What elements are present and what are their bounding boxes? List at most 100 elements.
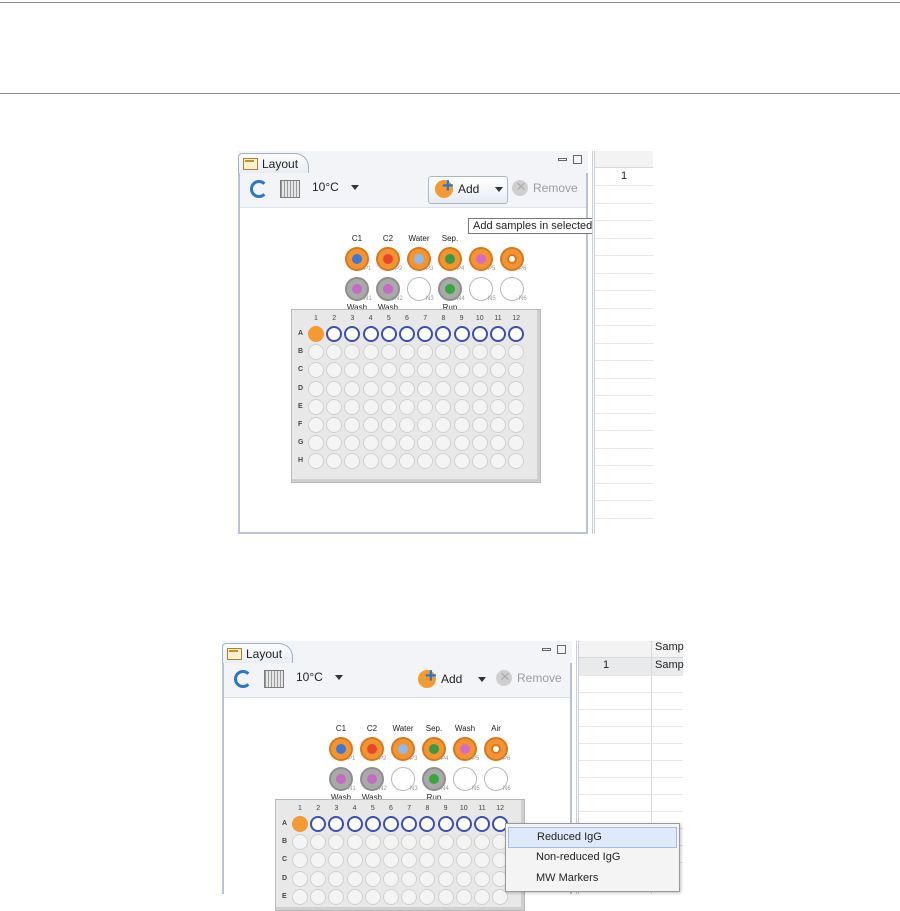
table-row[interactable] [595,430,653,431]
maximize-icon[interactable] [557,645,566,654]
well-c4[interactable] [362,362,379,379]
well-c9[interactable] [437,852,454,869]
well-b10[interactable] [471,344,488,361]
table-row[interactable] [579,675,683,676]
well-g11[interactable] [490,435,506,452]
well-d6[interactable] [399,380,415,397]
well-e8[interactable] [419,888,436,905]
table-row[interactable] [595,220,653,221]
well-f8[interactable] [435,417,452,433]
well-g9[interactable] [453,435,470,452]
well-g1[interactable] [308,435,324,452]
well-e3[interactable] [344,398,361,415]
well-c6[interactable] [399,362,415,379]
well-e12[interactable] [508,398,525,415]
menu-item-mw-markers[interactable]: MW Markers [508,869,677,888]
well-b9[interactable] [453,344,470,361]
well-c9[interactable] [453,362,470,379]
well-f7[interactable] [417,417,434,433]
table-row[interactable] [595,202,653,204]
add-dropdown-arrow[interactable] [478,677,486,682]
well-d5[interactable] [380,380,397,397]
well-h11[interactable] [490,453,506,470]
table-row[interactable] [595,185,653,186]
well-g7[interactable] [417,435,434,452]
well-b5[interactable] [364,834,381,851]
well-e6[interactable] [383,888,399,905]
well-e4[interactable] [362,398,379,415]
well-d6[interactable] [383,870,399,887]
well-a3[interactable] [344,326,361,342]
well-g10[interactable] [471,435,488,452]
well-d4[interactable] [362,380,379,397]
well-f5[interactable] [380,417,397,433]
tab-layout[interactable]: Layout [222,643,294,664]
well-e2[interactable] [310,888,327,905]
well-g5[interactable] [380,435,397,452]
well-e10[interactable] [455,888,472,905]
well-a8[interactable] [419,816,436,832]
well-d10[interactable] [471,380,488,397]
well-a4[interactable] [346,816,363,832]
well-a2[interactable] [310,816,327,832]
well-b4[interactable] [362,344,379,361]
well-c10[interactable] [471,362,488,379]
well-c7[interactable] [417,362,434,379]
well-d2[interactable] [310,870,327,887]
well-b4[interactable] [346,834,363,851]
table-row[interactable] [579,726,683,727]
well-h10[interactable] [471,453,488,470]
well-d10[interactable] [455,870,472,887]
well-e4[interactable] [346,888,363,905]
remove-button[interactable]: Remove [512,177,578,197]
well-c2[interactable] [326,362,343,379]
well-h2[interactable] [326,453,343,470]
well-c3[interactable] [328,852,345,869]
well-b9[interactable] [437,834,454,851]
well-d1[interactable] [292,870,308,887]
well-c1[interactable] [292,852,308,869]
table-row[interactable] [579,709,683,710]
table-row[interactable] [579,811,683,812]
table-row[interactable] [595,307,653,309]
table-row[interactable] [595,465,653,466]
well-c5[interactable] [364,852,381,869]
well-b6[interactable] [383,834,399,851]
well-a10[interactable] [471,326,488,342]
well-c10[interactable] [455,852,472,869]
well-b3[interactable] [344,344,361,361]
maximize-icon[interactable] [573,155,582,164]
temperature-dropdown[interactable]: 10°C [296,670,343,684]
well-b7[interactable] [417,344,434,361]
menu-item-reduced-igg[interactable]: Reduced IgG [508,827,677,848]
well-d3[interactable] [328,870,345,887]
well-g8[interactable] [435,435,452,452]
refresh-button[interactable] [234,670,252,688]
well-g6[interactable] [399,435,415,452]
table-row[interactable] [595,377,653,379]
well-c8[interactable] [435,362,452,379]
well-c11[interactable] [490,362,506,379]
table-row[interactable] [579,692,683,693]
well-g3[interactable] [344,435,361,452]
well-g12[interactable] [508,435,525,452]
well-b1[interactable] [308,344,324,361]
well-e7[interactable] [417,398,434,415]
well-d4[interactable] [346,870,363,887]
well-b3[interactable] [328,834,345,851]
well-f12[interactable] [508,417,525,433]
well-b7[interactable] [401,834,418,851]
well-h3[interactable] [344,453,361,470]
well-c11[interactable] [474,852,490,869]
table-row[interactable] [595,272,653,274]
well-a6[interactable] [383,816,399,832]
well-f1[interactable] [308,417,324,433]
minimize-icon[interactable] [558,158,567,161]
well-b10[interactable] [455,834,472,851]
well-d11[interactable] [474,870,490,887]
well-a9[interactable] [453,326,470,342]
well-b11[interactable] [474,834,490,851]
well-b2[interactable] [326,344,343,361]
well-a7[interactable] [417,326,434,342]
refresh-button[interactable] [250,180,268,198]
